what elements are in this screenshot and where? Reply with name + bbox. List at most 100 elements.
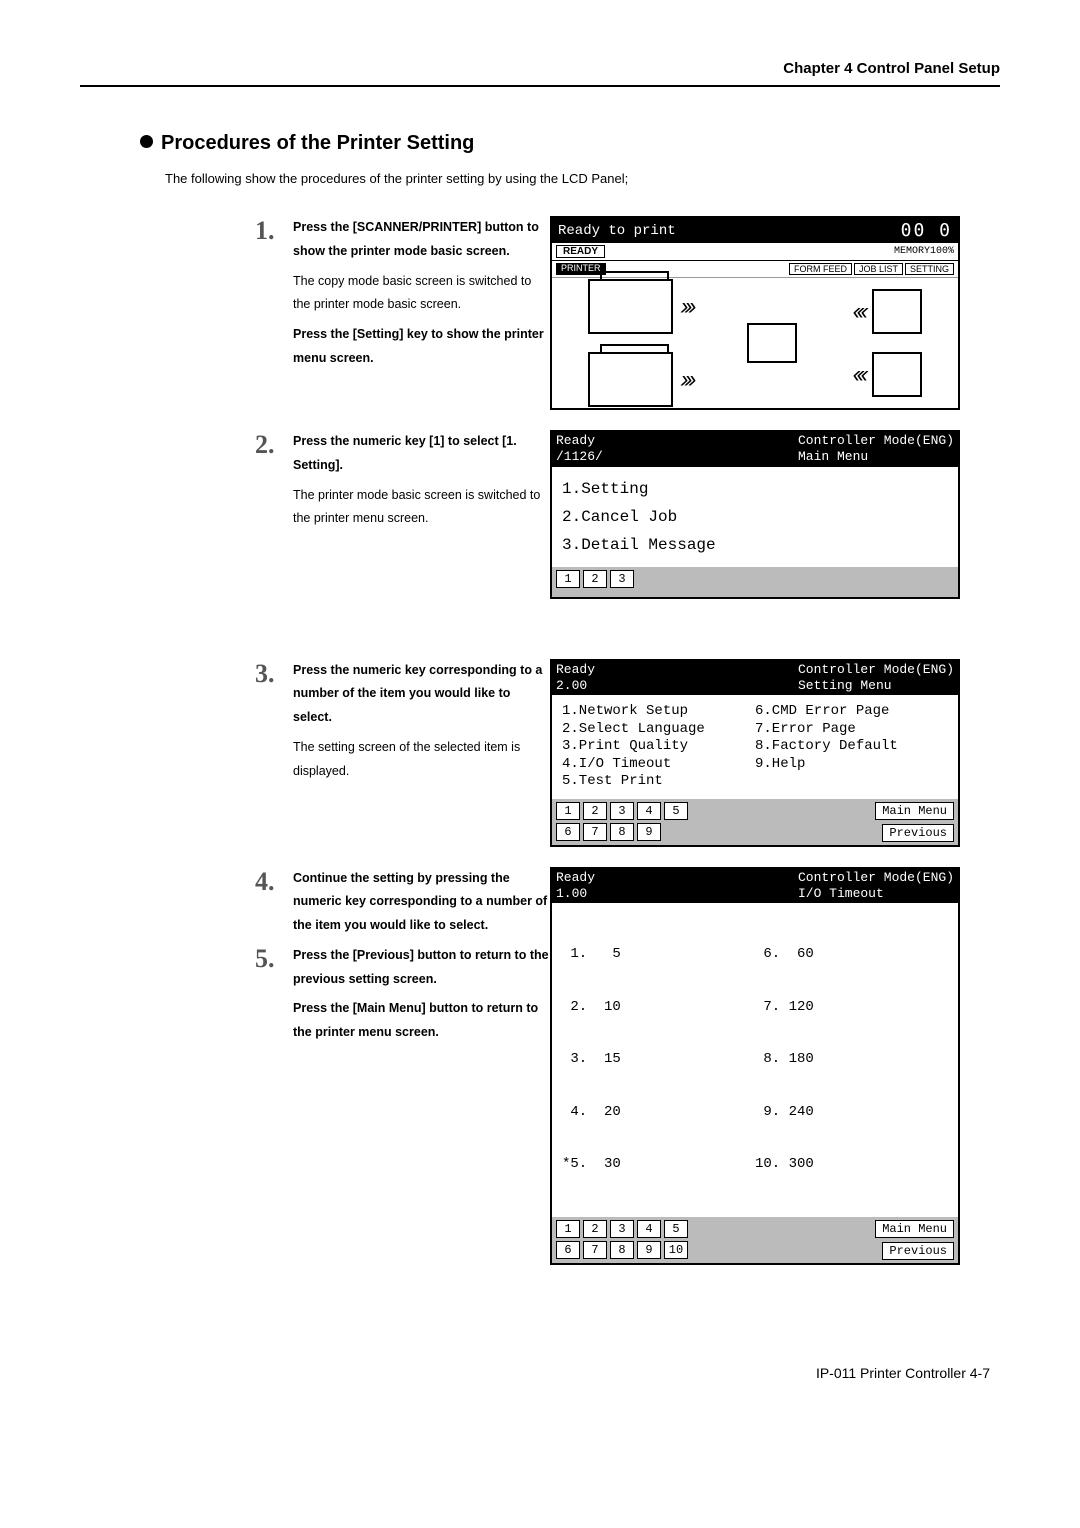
copier-icon (588, 279, 673, 334)
document-icon (872, 289, 922, 334)
numeric-key-8[interactable]: 8 (610, 1241, 634, 1259)
step-3-bold1: Press the numeric key corresponding to a… (293, 659, 550, 730)
page-footer: IP-011 Printer Controller 4-7 (80, 1365, 1000, 1381)
step-4-screen: Ready 1.00 Controller Mode(ENG) I/O Time… (550, 867, 960, 1265)
step-4-number: 4. (255, 867, 293, 944)
numeric-key-7[interactable]: 7 (583, 1241, 607, 1259)
numeric-key-8[interactable]: 8 (610, 823, 634, 841)
main-menu-button[interactable]: Main Menu (875, 802, 954, 820)
step-5-text: Press the [Previous] button to return to… (293, 944, 550, 1051)
numeric-key-6[interactable]: 6 (556, 1241, 580, 1259)
step-5-number: 5. (255, 944, 293, 1051)
numeric-key-1[interactable]: 1 (556, 570, 580, 588)
numeric-key-4[interactable]: 4 (637, 802, 661, 820)
numeric-key-4[interactable]: 4 (637, 1220, 661, 1238)
numeric-key-2[interactable]: 2 (583, 802, 607, 820)
intro-text: The following show the procedures of the… (165, 171, 1000, 186)
step-2: 2. Press the numeric key [1] to select [… (80, 430, 1000, 599)
lcd-menu-name: Setting Menu (798, 678, 954, 694)
step-1-number: 1. (255, 216, 293, 246)
step-2-bold1: Press the numeric key [1] to select [1. … (293, 430, 550, 478)
step-3-screen: Ready 2.00 Controller Mode(ENG) Setting … (550, 659, 960, 847)
numeric-key-2[interactable]: 2 (583, 1220, 607, 1238)
document-icon (872, 352, 922, 397)
lcd-body: 1.Network Setup 2.Select Language 3.Prin… (552, 695, 958, 799)
main-menu-button[interactable]: Main Menu (875, 1220, 954, 1238)
setting-item[interactable]: 5.Test Print (562, 773, 755, 791)
io-timeout-lcd: Ready 1.00 Controller Mode(ENG) I/O Time… (550, 867, 960, 1265)
numeric-key-2[interactable]: 2 (583, 570, 607, 588)
numeric-key-3[interactable]: 3 (610, 570, 634, 588)
lcd-body: 1.Setting 2.Cancel Job 3.Detail Message (552, 467, 958, 567)
menu-item-setting[interactable]: 1.Setting (562, 475, 948, 503)
numeric-key-5[interactable]: 5 (664, 802, 688, 820)
step-3: 3. Press the numeric key corresponding t… (80, 659, 1000, 847)
lcd-mode: Controller Mode(ENG) (798, 662, 954, 678)
joblist-button[interactable]: JOB LIST (854, 263, 903, 275)
numeric-key-1[interactable]: 1 (556, 1220, 580, 1238)
step-3-number: 3. (255, 659, 293, 689)
setting-item[interactable]: 7.Error Page (755, 721, 948, 739)
numeric-key-10[interactable]: 10 (664, 1241, 688, 1259)
ps-top: Ready to print 00 0 (552, 218, 958, 243)
numeric-key-9[interactable]: 9 (637, 823, 661, 841)
numeric-key-6[interactable]: 6 (556, 823, 580, 841)
lcd-header: Ready 1.00 Controller Mode(ENG) I/O Time… (552, 869, 958, 904)
setting-item[interactable]: 9.Help (755, 756, 948, 774)
step-1-bold1: Press the [SCANNER/PRINTER] button to sh… (293, 216, 550, 264)
ps-title: Ready to print (558, 223, 676, 239)
menu-item-detail-message[interactable]: 3.Detail Message (562, 531, 948, 559)
setting-item[interactable]: 1.Network Setup (562, 703, 755, 721)
step-2-screen: Ready /1126/ Controller Mode(ENG) Main M… (550, 430, 960, 599)
step-4-5: 4. Continue the setting by pressing the … (80, 867, 1000, 1265)
timeout-option[interactable]: 3. 15 (562, 1051, 755, 1069)
timeout-option[interactable]: 2. 10 (562, 999, 755, 1017)
setting-item[interactable]: 3.Print Quality (562, 738, 755, 756)
formfeed-button[interactable]: FORM FEED (789, 263, 852, 275)
setting-item[interactable]: 4.I/O Timeout (562, 756, 755, 774)
numeric-key-9[interactable]: 9 (637, 1241, 661, 1259)
lcd-footer: 1 2 3 4 5 6 7 8 9 10 (552, 1217, 958, 1263)
copier-icon (588, 352, 673, 407)
numeric-key-1[interactable]: 1 (556, 802, 580, 820)
step-3-left: 3. Press the numeric key corresponding t… (80, 659, 550, 790)
arrow-icon: ››› (681, 293, 693, 321)
timeout-option[interactable]: 4. 20 (562, 1104, 755, 1122)
setting-item[interactable]: 8.Factory Default (755, 738, 948, 756)
printer-mode-label: PRINTER (556, 263, 606, 275)
lcd-status: Ready (556, 433, 603, 449)
previous-button[interactable]: Previous (882, 1242, 954, 1260)
lcd-body: 1. 5 2. 10 3. 15 4. 20 *5. 30 6. 60 7. 1… (552, 903, 958, 1217)
setting-item[interactable]: 6.CMD Error Page (755, 703, 948, 721)
lcd-header: Ready /1126/ Controller Mode(ENG) Main M… (552, 432, 958, 467)
step-2-left: 2. Press the numeric key [1] to select [… (80, 430, 550, 537)
numeric-key-5[interactable]: 5 (664, 1220, 688, 1238)
timeout-option[interactable]: 7. 120 (755, 999, 948, 1017)
timeout-option[interactable]: 8. 180 (755, 1051, 948, 1069)
numeric-key-7[interactable]: 7 (583, 823, 607, 841)
lcd-footer: 1 2 3 4 5 6 7 8 9 (552, 799, 958, 845)
timeout-option[interactable]: 1. 5 (562, 946, 755, 964)
step-5-bold2: Press the [Main Menu] button to return t… (293, 997, 550, 1045)
section-title: Procedures of the Printer Setting (140, 132, 1000, 155)
printer-basic-screen: Ready to print 00 0 READY MEMORY100% PRI… (550, 216, 960, 410)
setting-menu-lcd: Ready 2.00 Controller Mode(ENG) Setting … (550, 659, 960, 847)
timeout-option-selected[interactable]: *5. 30 (562, 1156, 755, 1174)
step-2-plain1: The printer mode basic screen is switche… (293, 484, 550, 532)
step-1-text: Press the [SCANNER/PRINTER] button to sh… (293, 216, 550, 377)
timeout-option[interactable]: 10. 300 (755, 1156, 948, 1174)
previous-button[interactable]: Previous (882, 824, 954, 842)
numeric-key-3[interactable]: 3 (610, 802, 634, 820)
step-4-5-left: 4. Continue the setting by pressing the … (80, 867, 550, 1051)
timeout-option[interactable]: 6. 60 (755, 946, 948, 964)
memory-label: MEMORY100% (894, 246, 954, 257)
menu-item-cancel-job[interactable]: 2.Cancel Job (562, 503, 948, 531)
ps-status-row: READY MEMORY100% (552, 243, 958, 261)
arrow-icon: ‹‹‹ (852, 361, 864, 389)
timeout-option[interactable]: 9. 240 (755, 1104, 948, 1122)
lcd-footer: 1 2 3 (552, 567, 958, 597)
step-1-plain1: The copy mode basic screen is switched t… (293, 270, 550, 318)
numeric-key-3[interactable]: 3 (610, 1220, 634, 1238)
setting-button[interactable]: SETTING (905, 263, 954, 275)
setting-item[interactable]: 2.Select Language (562, 721, 755, 739)
